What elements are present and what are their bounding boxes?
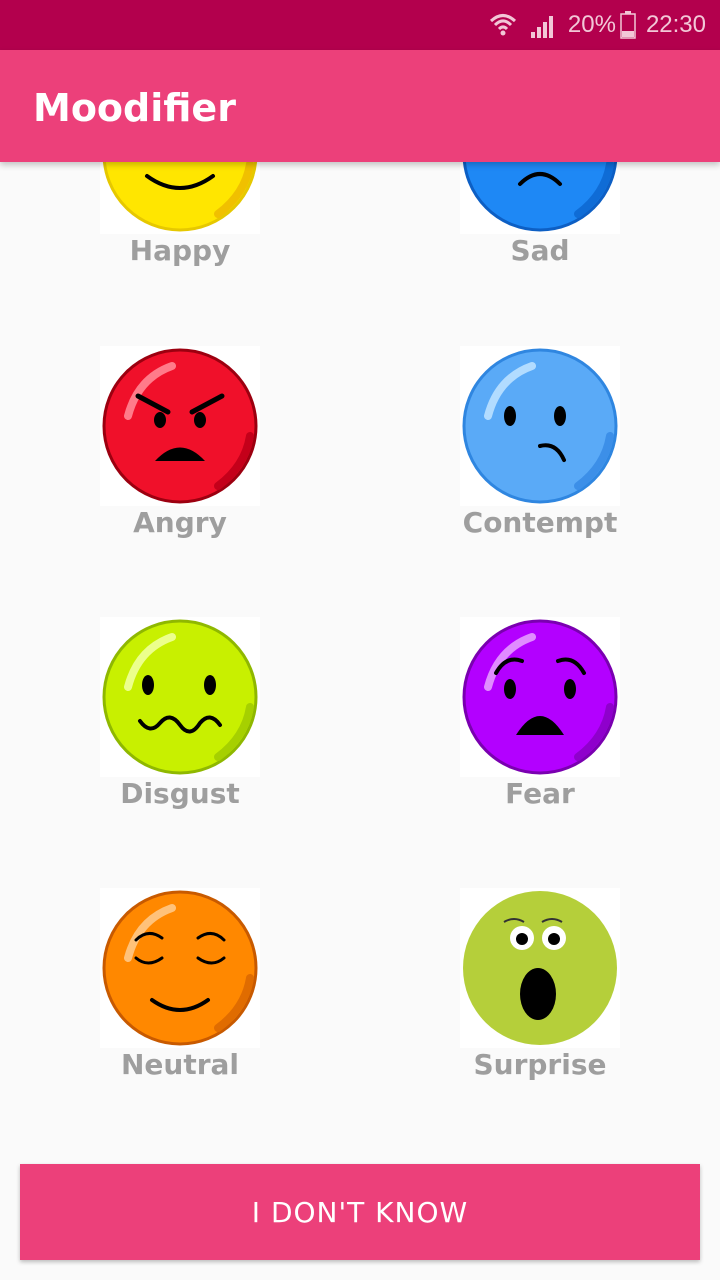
signal-icon — [528, 10, 558, 40]
surprise-face-icon — [460, 888, 620, 1048]
mood-label: Disgust — [120, 777, 240, 810]
neutral-face-icon — [100, 888, 260, 1048]
wifi-icon — [488, 10, 518, 40]
mood-label: Contempt — [462, 506, 618, 539]
sad-face-icon — [460, 162, 620, 234]
mood-item-angry[interactable]: Angry — [50, 346, 310, 539]
contempt-face-icon — [460, 346, 620, 506]
fear-face-icon — [460, 617, 620, 777]
mood-item-happy[interactable]: Happy — [50, 162, 310, 267]
mood-item-surprise[interactable]: Surprise — [410, 888, 670, 1081]
mood-item-disgust[interactable]: Disgust — [50, 617, 310, 810]
mood-item-fear[interactable]: Fear — [410, 617, 670, 810]
mood-item-sad[interactable]: Sad — [410, 162, 670, 267]
app-bar: Moodifier — [0, 50, 720, 162]
status-bar: 20% 22:30 — [0, 0, 720, 50]
clock: 22:30 — [645, 11, 706, 38]
mood-label: Neutral — [120, 1048, 240, 1081]
mood-label: Happy — [129, 234, 231, 267]
mood-grid: Happy Sad Angry Contempt Disgust Fear Ne… — [0, 162, 720, 1152]
mood-label: Fear — [505, 777, 575, 810]
disgust-face-icon — [100, 617, 260, 777]
battery-percent: 20% — [567, 11, 616, 38]
happy-face-icon — [100, 162, 260, 234]
mood-item-neutral[interactable]: Neutral — [50, 888, 310, 1081]
mood-item-contempt[interactable]: Contempt — [410, 346, 670, 539]
dont-know-button[interactable]: I DON'T KNOW — [20, 1164, 700, 1260]
mood-label: Angry — [133, 506, 227, 539]
app-title: Moodifier — [33, 86, 236, 130]
mood-label: Surprise — [473, 1048, 607, 1081]
angry-face-icon — [100, 346, 260, 506]
mood-label: Sad — [510, 234, 570, 267]
battery-icon — [620, 11, 636, 39]
